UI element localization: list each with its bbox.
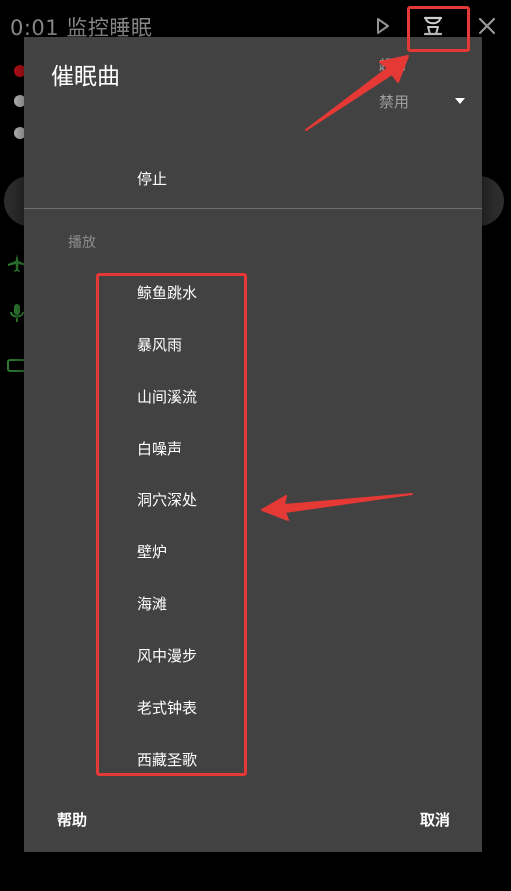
timeout-label: 超时 <box>379 58 407 74</box>
dropdown-arrow-icon <box>455 98 465 104</box>
cancel-button[interactable]: 取消 <box>420 809 450 830</box>
play-button[interactable] <box>372 14 394 38</box>
help-button[interactable]: 帮助 <box>57 809 87 830</box>
section-label-play: 播放 <box>68 235 96 251</box>
stop-option[interactable]: 停止 <box>137 169 167 189</box>
timeout-dropdown[interactable]: 禁用 <box>379 89 465 113</box>
close-icon <box>478 17 496 35</box>
dialog-title: 催眠曲 <box>51 64 120 90</box>
annotation-box-sleep-button <box>407 6 470 52</box>
lullaby-dialog: 催眠曲 超时 禁用 停止 播放 鲸鱼跳水 暴风雨 山间溪流 白噪声 洞穴深处 壁… <box>24 37 482 852</box>
close-button[interactable] <box>474 12 500 40</box>
play-icon <box>377 18 389 34</box>
annotation-box-lullaby-list <box>96 273 247 776</box>
timeout-value: 禁用 <box>379 92 410 111</box>
divider <box>24 208 482 209</box>
